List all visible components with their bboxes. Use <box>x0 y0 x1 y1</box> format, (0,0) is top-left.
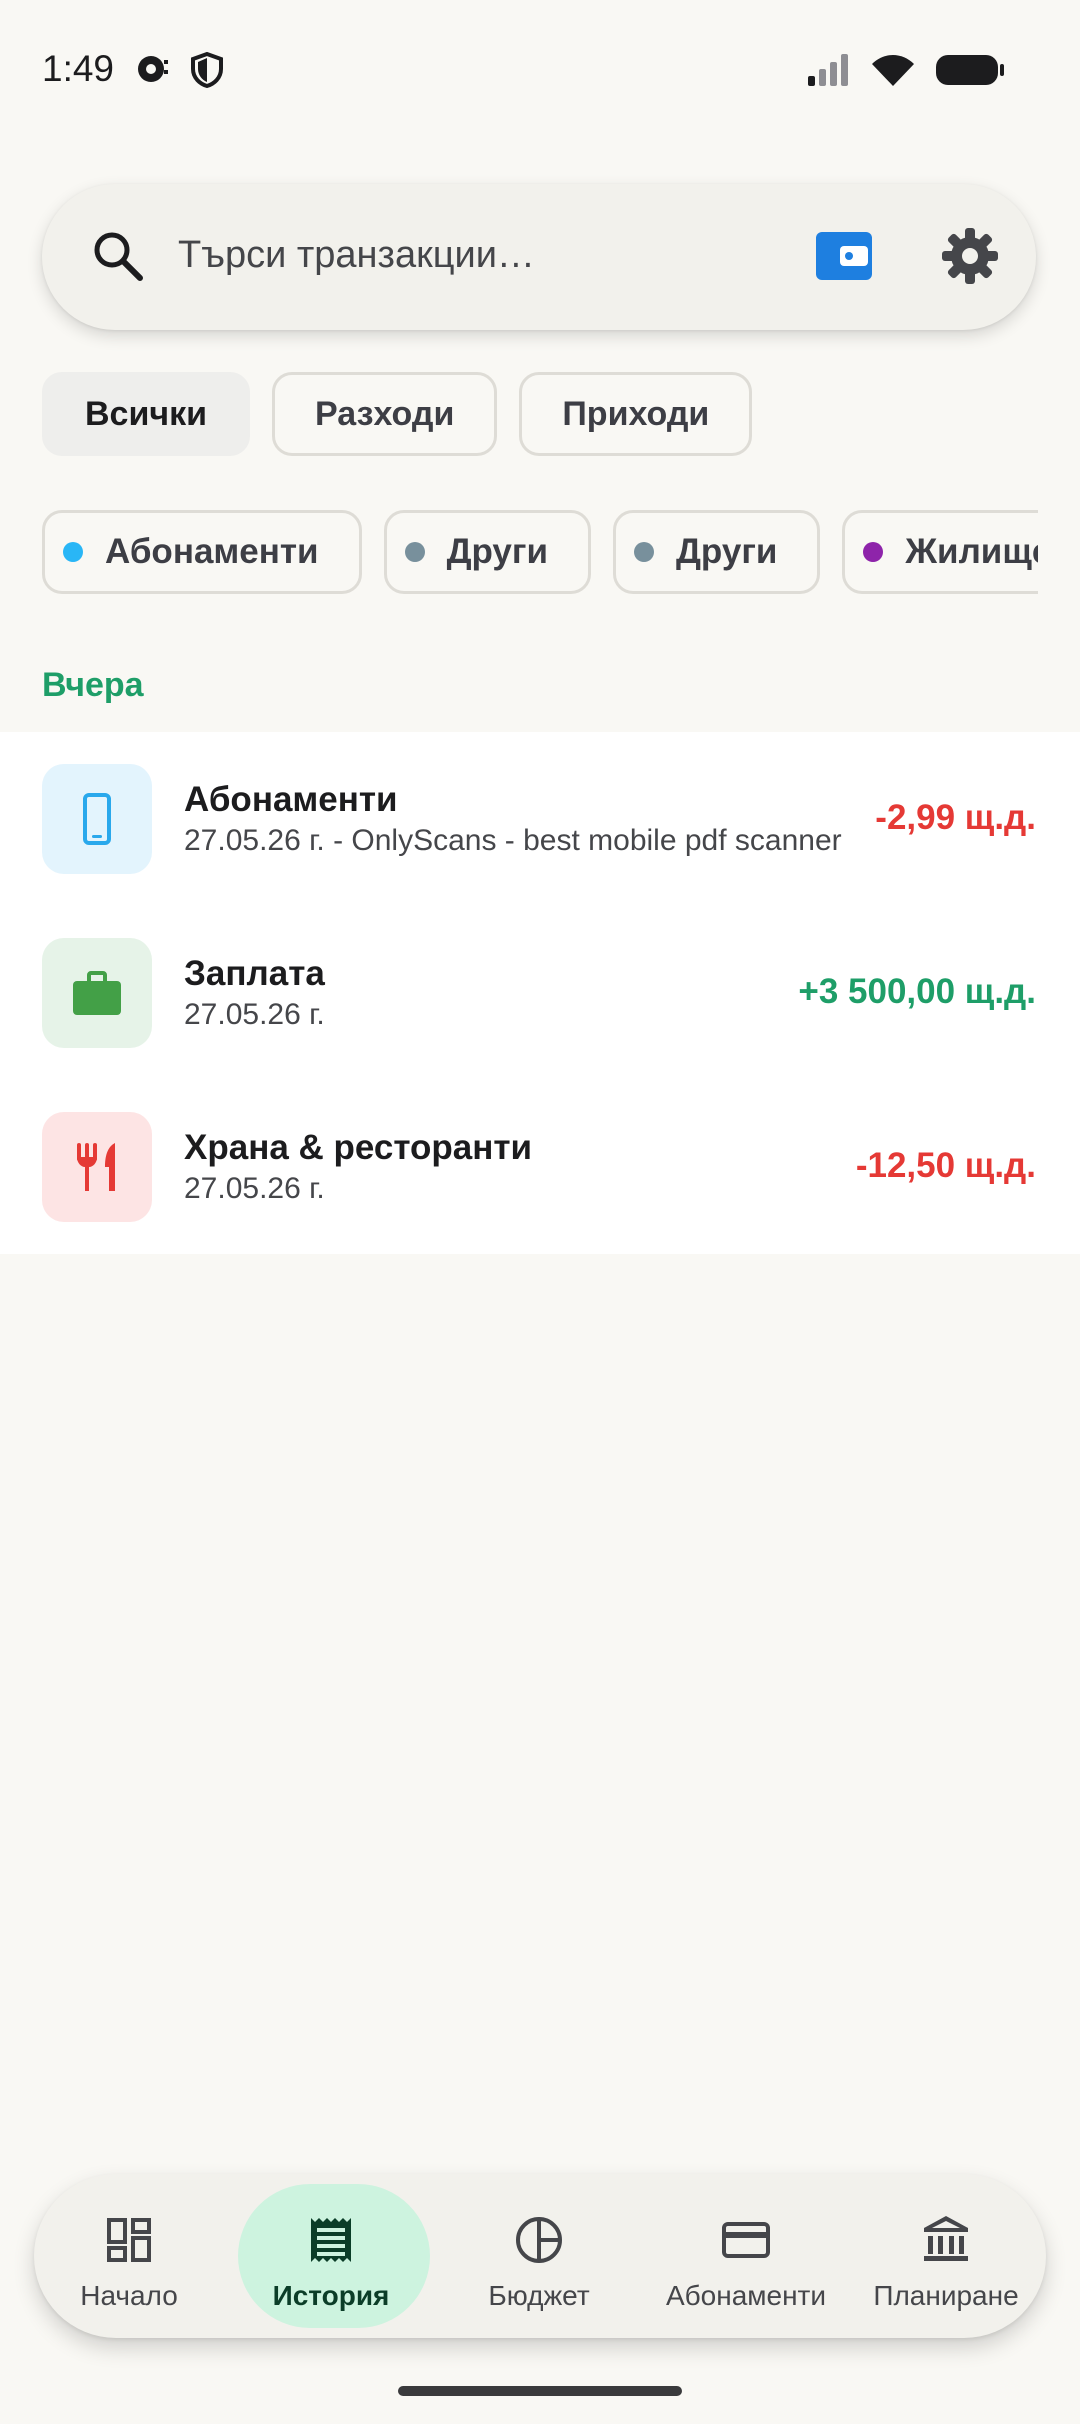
filter-chip-expenses[interactable]: Разходи <box>272 372 498 456</box>
shield-icon <box>191 52 223 88</box>
bank-icon <box>924 2216 968 2261</box>
search-input[interactable]: Търси транзакции… <box>178 234 535 277</box>
filter-chip-all[interactable]: Всички <box>42 372 251 456</box>
smartphone-icon <box>83 793 111 845</box>
assistant-icon <box>138 56 168 82</box>
battery-icon <box>936 55 1004 85</box>
home-indicator[interactable] <box>398 2386 682 2396</box>
transaction-amount: -2,99 щ.д. <box>875 798 1036 837</box>
restaurant-icon <box>77 1143 115 1191</box>
credit-card-icon <box>722 2222 770 2258</box>
transaction-row[interactable]: Абонаменти 27.05.26 г. - OnlyScans - bes… <box>0 732 1080 906</box>
filter-chip-income[interactable]: Приходи <box>519 372 753 456</box>
bottom-navigation: Начало История Бюджет Абонаменти Планира… <box>34 2174 1046 2338</box>
status-notification-icons <box>134 52 224 88</box>
nav-label: Бюджет <box>488 2280 590 2311</box>
transaction-list: Абонаменти 27.05.26 г. - OnlyScans - bes… <box>0 732 1080 1254</box>
nav-item-history[interactable]: История <box>236 2174 430 2338</box>
category-chip[interactable]: Абонаменти <box>42 510 362 594</box>
date-section-header: Вчера <box>42 666 144 704</box>
transaction-title: Абонаменти <box>184 780 398 819</box>
wifi-icon <box>872 55 914 86</box>
transaction-subtitle: 27.05.26 г. <box>184 998 325 1031</box>
nav-item-home[interactable]: Начало <box>34 2174 224 2338</box>
signal-icon <box>808 54 848 86</box>
transaction-title: Храна & ресторанти <box>184 1128 533 1167</box>
category-chip-label: Абонаменти <box>105 532 319 571</box>
category-chip[interactable]: Други <box>613 510 821 594</box>
status-system-icons <box>806 52 1006 88</box>
category-chip-label: Жилище <box>905 532 1038 571</box>
category-color-dot <box>863 542 884 562</box>
transaction-icon-box <box>42 938 152 1048</box>
receipt-icon <box>311 2218 351 2262</box>
status-bar: 1:49 <box>0 0 1080 140</box>
screen: 1:49 Търси транзакции… Всички Разходи Пр… <box>0 0 1080 2424</box>
category-color-dot <box>63 542 83 562</box>
category-chip[interactable]: Жилище <box>842 510 1038 594</box>
transaction-amount: +3 500,00 щ.д. <box>798 972 1036 1011</box>
pie-chart-icon <box>516 2217 562 2263</box>
category-color-dot <box>634 542 654 562</box>
gear-icon[interactable] <box>934 220 1006 292</box>
nav-item-planning[interactable]: Планиране <box>846 2174 1046 2338</box>
type-filter-chips: Всички Разходи Приходи <box>42 372 753 456</box>
transaction-row[interactable]: Заплата 27.05.26 г. +3 500,00 щ.д. <box>0 906 1080 1080</box>
transaction-icon-box <box>42 1112 152 1222</box>
category-color-dot <box>404 542 425 562</box>
nav-item-subscriptions[interactable]: Абонаменти <box>646 2174 846 2338</box>
transaction-row[interactable]: Храна & ресторанти 27.05.26 г. -12,50 щ.… <box>0 1080 1080 1254</box>
nav-label: Начало <box>80 2280 178 2311</box>
category-filter-chips: Абонаменти Други Други Жилище <box>42 510 1038 594</box>
nav-label: История <box>272 2280 390 2311</box>
nav-label: Планиране <box>873 2280 1019 2311</box>
search-icon <box>94 232 143 281</box>
category-chip-label: Други <box>676 532 778 571</box>
transaction-title: Заплата <box>184 954 325 993</box>
status-time: 1:49 <box>42 48 115 89</box>
transaction-subtitle: 27.05.26 г. - OnlyScans - best mobile pd… <box>184 824 842 857</box>
category-filter-scroller[interactable]: Абонаменти Други Други Жилище <box>42 510 1038 594</box>
category-chip-label: Други <box>446 532 548 571</box>
dashboard-icon <box>107 2218 151 2262</box>
transaction-icon-box <box>42 764 152 874</box>
nav-label: Абонаменти <box>665 2280 827 2311</box>
search-bar[interactable]: Търси транзакции… <box>42 184 1036 330</box>
nav-item-budget[interactable]: Бюджет <box>444 2174 634 2338</box>
category-chip[interactable]: Други <box>383 510 591 594</box>
wallet-icon[interactable] <box>812 224 876 288</box>
transaction-subtitle: 27.05.26 г. <box>184 1172 325 1205</box>
transaction-amount: -12,50 щ.д. <box>855 1146 1036 1185</box>
briefcase-icon <box>73 971 121 1015</box>
